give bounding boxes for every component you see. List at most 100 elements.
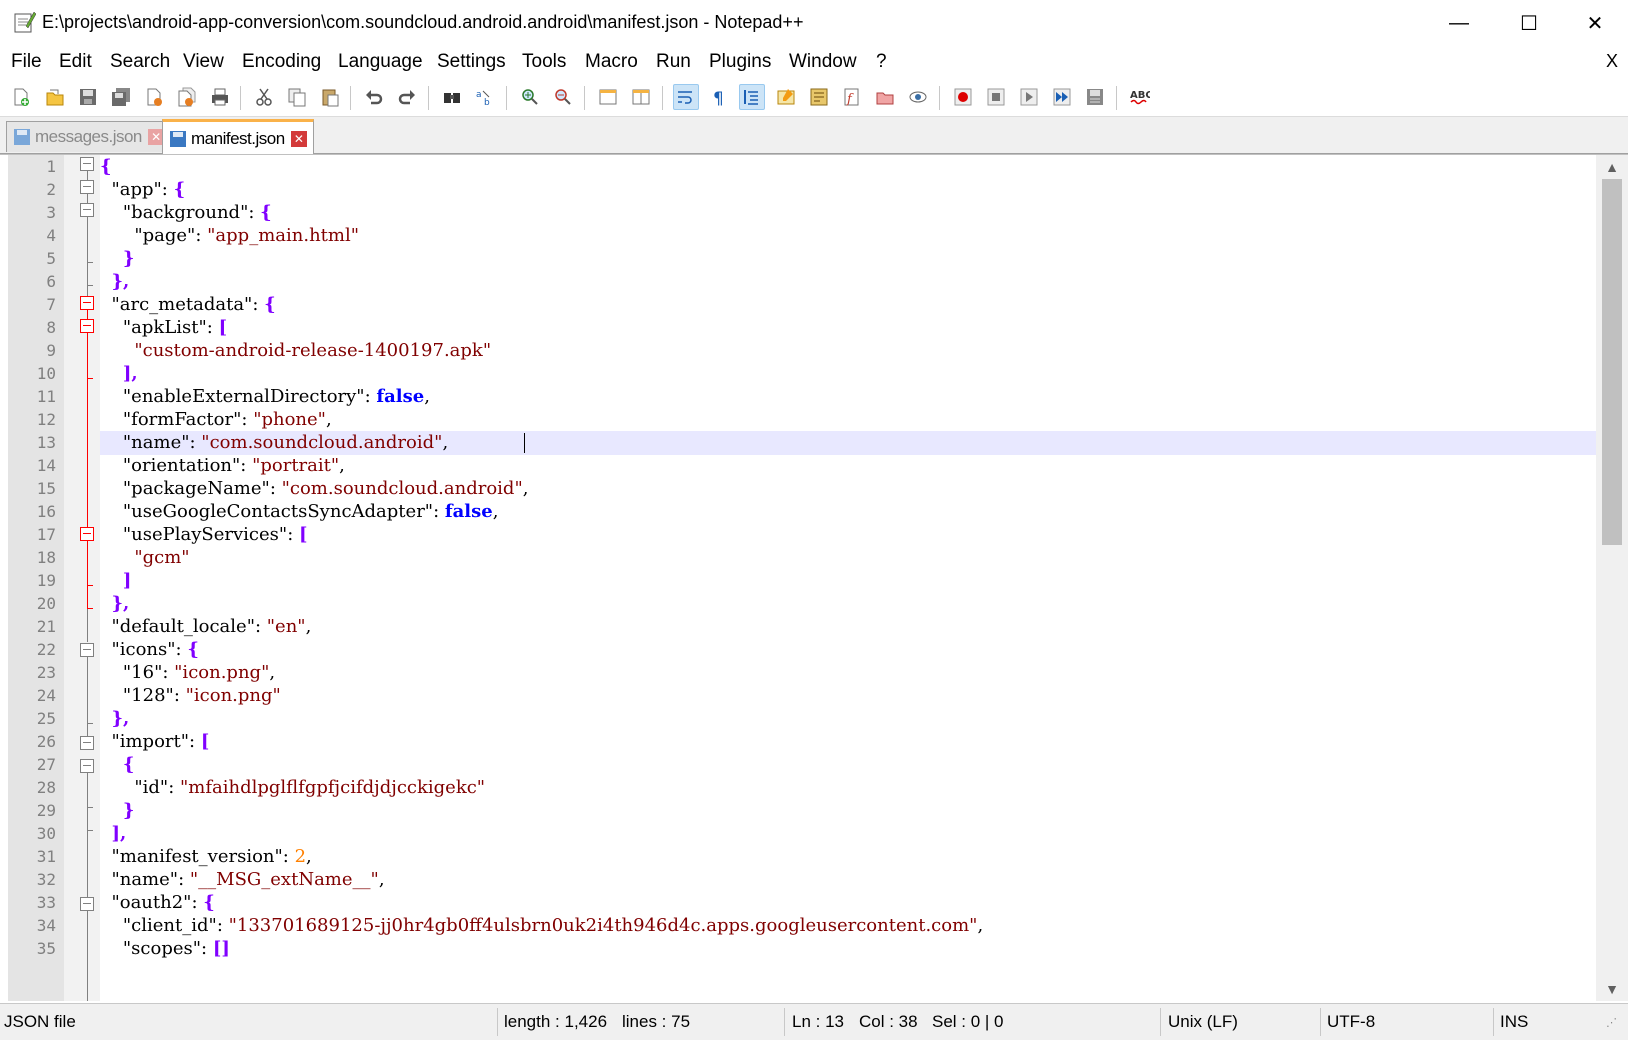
redo-icon[interactable] (394, 84, 420, 110)
code-line: "128": "icon.png" (122, 685, 281, 706)
menu-language[interactable]: Language (338, 51, 423, 73)
fold-toggle-icon[interactable] (80, 759, 94, 773)
sync-vertical-scroll-icon[interactable] (595, 84, 621, 110)
folder-as-workspace-icon[interactable] (872, 84, 898, 110)
close-window-button[interactable]: ✕ (1560, 0, 1628, 46)
monitoring-eye-icon[interactable] (905, 84, 931, 110)
menu-search[interactable]: Search (110, 51, 170, 73)
replace-icon[interactable]: ab (472, 84, 498, 110)
spell-check-icon[interactable]: ABC (1127, 84, 1153, 110)
function-list-icon[interactable]: f (839, 84, 865, 110)
save-macro-icon[interactable] (1082, 84, 1108, 110)
stop-recording-icon[interactable] (983, 84, 1009, 110)
indent-guide-icon[interactable] (739, 84, 765, 110)
close-all-icon[interactable] (174, 84, 200, 110)
tab-label: manifest.json (191, 129, 285, 148)
fold-margin[interactable] (64, 155, 100, 1001)
maximize-button[interactable]: ☐ (1494, 0, 1564, 46)
zoom-out-icon[interactable] (550, 84, 576, 110)
run-macro-multiple-icon[interactable] (1049, 84, 1075, 110)
vertical-scrollbar[interactable]: ▲ ▼ (1596, 155, 1628, 1001)
menu-help[interactable]: ? (876, 51, 887, 73)
save-all-icon[interactable] (108, 84, 134, 110)
show-all-characters-icon[interactable]: ¶ (706, 84, 732, 110)
menu-encoding[interactable]: Encoding (242, 51, 321, 73)
menu-file[interactable]: File (11, 51, 42, 73)
fold-toggle-icon[interactable] (80, 203, 94, 217)
code-text-area[interactable]: { "app": { "background": { "page": "app_… (100, 155, 1596, 1001)
menu-plugins[interactable]: Plugins (709, 51, 771, 73)
scroll-up-arrow-icon[interactable]: ▲ (1596, 155, 1628, 179)
line-number: 12 (36, 410, 56, 429)
find-icon[interactable] (439, 84, 465, 110)
status-lines: lines : 75 (622, 1012, 691, 1031)
close-file-icon[interactable] (141, 84, 167, 110)
playback-macro-icon[interactable] (1016, 84, 1042, 110)
fold-toggle-icon[interactable] (80, 527, 94, 541)
code-line: "arc_metadata": { (111, 294, 276, 315)
fold-line (87, 831, 88, 897)
open-file-icon[interactable] (42, 84, 68, 110)
code-line: "id": "mfaihdlpglflfgpfjcifdjdjcckigekc" (134, 777, 486, 798)
close-tab-icon[interactable]: ✕ (290, 131, 307, 147)
editor[interactable]: { "app": { "background": { "page": "app_… (0, 154, 1628, 1003)
fold-end (87, 585, 93, 586)
code-line: "apkList": [ (122, 317, 228, 338)
tab-manifest-json[interactable]: manifest.json ✕ (162, 119, 314, 156)
status-separator (497, 1008, 498, 1036)
document-map-icon[interactable] (806, 84, 832, 110)
sync-horizontal-scroll-icon[interactable] (628, 84, 654, 110)
code-line: "oauth2": { (111, 892, 215, 913)
save-icon[interactable] (75, 84, 101, 110)
code-line: "formFactor": "phone", (122, 409, 332, 430)
menu-view[interactable]: View (183, 51, 224, 73)
toolbar-separator (506, 86, 507, 110)
fold-line (87, 170, 88, 180)
line-number: 7 (46, 295, 56, 314)
tab-label: messages.json (35, 127, 142, 146)
fold-line (87, 772, 88, 831)
close-document-button[interactable]: X (1606, 51, 1618, 72)
scrollbar-thumb[interactable] (1602, 179, 1622, 545)
fold-toggle-icon[interactable] (80, 643, 94, 657)
paste-icon[interactable] (317, 84, 343, 110)
new-file-icon[interactable] (8, 84, 34, 110)
fold-toggle-icon[interactable] (80, 180, 94, 194)
line-number: 8 (46, 318, 56, 337)
undo-icon[interactable] (361, 84, 387, 110)
code-line: }, (111, 271, 130, 292)
resize-grip-icon[interactable]: ⋰ (1606, 1004, 1617, 1040)
menu-macro[interactable]: Macro (585, 51, 638, 73)
scroll-down-arrow-icon[interactable]: ▼ (1596, 977, 1628, 1001)
print-icon[interactable] (207, 84, 233, 110)
word-wrap-icon[interactable] (673, 84, 699, 110)
fold-toggle-icon[interactable] (80, 897, 94, 911)
code-line: "name": "__MSG_extName__", (111, 869, 385, 890)
fold-line (87, 910, 88, 1001)
tab-messages-json[interactable]: messages.json ✕ (6, 121, 171, 152)
copy-icon[interactable] (284, 84, 310, 110)
menu-edit[interactable]: Edit (59, 51, 92, 73)
line-number: 18 (36, 548, 56, 567)
menu-window[interactable]: Window (789, 51, 857, 73)
menu-tools[interactable]: Tools (522, 51, 566, 73)
line-number: 20 (36, 594, 56, 613)
zoom-in-icon[interactable] (517, 84, 543, 110)
line-number: 6 (46, 272, 56, 291)
fold-toggle-icon[interactable] (80, 736, 94, 750)
cut-icon[interactable] (251, 84, 277, 110)
record-macro-icon[interactable] (950, 84, 976, 110)
user-defined-language-icon[interactable] (773, 84, 799, 110)
svg-text:ABC: ABC (1130, 90, 1150, 101)
line-number: 10 (36, 364, 56, 383)
tab-bar: messages.json ✕ manifest.json ✕ (0, 117, 1628, 156)
line-number: 27 (36, 755, 56, 774)
toolbar-separator (584, 86, 585, 110)
menu-run[interactable]: Run (656, 51, 691, 73)
fold-toggle-icon[interactable] (80, 319, 94, 333)
menu-settings[interactable]: Settings (437, 51, 506, 73)
fold-toggle-icon[interactable] (80, 296, 94, 310)
fold-toggle-icon[interactable] (80, 157, 94, 171)
minimize-button[interactable]: — (1424, 0, 1494, 46)
toolbar-separator (662, 86, 663, 110)
